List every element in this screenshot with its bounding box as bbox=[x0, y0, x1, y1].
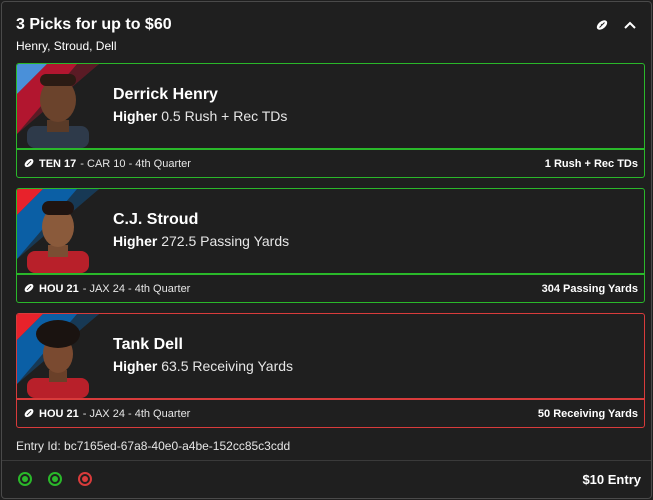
pick-stat: 0.5 Rush + Rec TDs bbox=[161, 108, 288, 124]
pick-line: Higher 63.5 Receiving Yards bbox=[113, 358, 293, 374]
football-icon bbox=[23, 157, 35, 172]
player-name: Derrick Henry bbox=[113, 86, 218, 103]
pick-line: Higher 272.5 Passing Yards bbox=[113, 233, 289, 249]
status-dot-loss bbox=[78, 472, 92, 486]
entry-id: Entry Id: bc7165ed-67a8-40e0-a4be-152cc8… bbox=[16, 439, 291, 453]
entry-amount: $10 Entry bbox=[582, 472, 641, 487]
status-dot-win bbox=[48, 472, 62, 486]
pick-result: 304 Passing Yards bbox=[541, 283, 638, 295]
football-icon bbox=[595, 18, 609, 32]
pick-result: 50 Receiving Yards bbox=[537, 408, 638, 420]
pick-result: 1 Rush + Rec TDs bbox=[544, 158, 638, 170]
entry-card: 3 Picks for up to $60 Henry, Stroud, Del… bbox=[1, 1, 652, 499]
entry-header: 3 Picks for up to $60 Henry, Stroud, Del… bbox=[16, 14, 637, 58]
game-team-score: HOU 21 bbox=[39, 408, 79, 420]
entry-title: 3 Picks for up to $60 bbox=[16, 16, 172, 33]
football-icon bbox=[23, 282, 35, 297]
player-name: Tank Dell bbox=[113, 336, 183, 353]
pick-card[interactable]: Tank Dell Higher 63.5 Receiving Yards HO… bbox=[16, 313, 645, 428]
pick-card[interactable]: C.J. Stroud Higher 272.5 Passing Yards H… bbox=[16, 188, 645, 303]
chevron-up-icon[interactable] bbox=[623, 18, 637, 32]
pick-card[interactable]: Derrick Henry Higher 0.5 Rush + Rec TDs … bbox=[16, 63, 645, 178]
player-photo bbox=[17, 64, 99, 148]
pick-stat: 272.5 Passing Yards bbox=[161, 233, 290, 249]
pick-line: Higher 0.5 Rush + Rec TDs bbox=[113, 108, 287, 124]
player-name: C.J. Stroud bbox=[113, 211, 199, 228]
status-dot-win bbox=[18, 472, 32, 486]
game-team-score: HOU 21 bbox=[39, 283, 79, 295]
player-photo bbox=[17, 189, 99, 273]
pick-stat: 63.5 Receiving Yards bbox=[161, 358, 294, 374]
game-info: - JAX 24 - 4th Quarter bbox=[82, 283, 191, 295]
pick-direction: Higher bbox=[113, 358, 158, 374]
pick-status-dots bbox=[18, 472, 92, 486]
entry-subtitle: Henry, Stroud, Dell bbox=[16, 39, 117, 53]
game-info: - CAR 10 - 4th Quarter bbox=[80, 158, 191, 170]
player-photo bbox=[17, 314, 99, 398]
game-info: - JAX 24 - 4th Quarter bbox=[82, 408, 191, 420]
footer-divider bbox=[2, 460, 651, 461]
game-team-score: TEN 17 bbox=[39, 158, 77, 170]
football-icon bbox=[23, 407, 35, 422]
pick-direction: Higher bbox=[113, 108, 158, 124]
pick-direction: Higher bbox=[113, 233, 158, 249]
